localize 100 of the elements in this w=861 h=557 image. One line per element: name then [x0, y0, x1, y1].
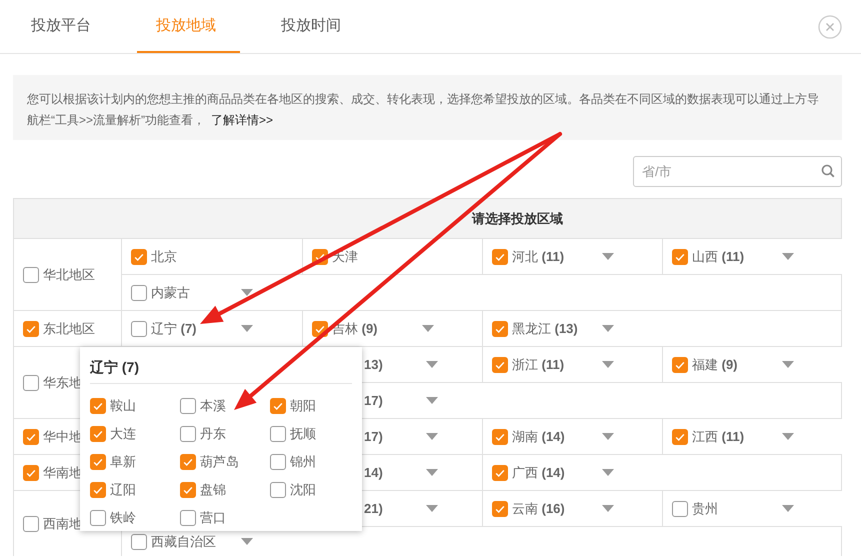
caret-icon[interactable]: [602, 325, 614, 332]
checkbox[interactable]: [131, 284, 147, 300]
checkmark-icon: [92, 428, 104, 440]
caret-icon[interactable]: [241, 289, 253, 296]
checkbox[interactable]: [180, 454, 196, 470]
caret-icon[interactable]: [426, 397, 438, 404]
province-label: 黑龙江 (13): [512, 320, 579, 338]
checkbox[interactable]: [90, 454, 106, 470]
city-label: 本溪: [200, 397, 226, 415]
checkbox[interactable]: [672, 248, 688, 264]
checkmark-icon: [182, 456, 194, 468]
city-label: 鞍山: [110, 397, 136, 415]
notice-text: 您可以根据该计划内的您想主推的商品品类在各地区的搜索、成交、转化表现，选择您希望投放的区域。各品类在不同区域的数据表现可以通过上方导航栏“工具>>流量解析”功能查看， 了解详情>>: [27, 91, 820, 129]
province-label: 湖南 (14): [512, 428, 566, 446]
checkbox[interactable]: [23, 464, 39, 480]
region-label: 东北地区: [43, 320, 95, 338]
popup-title: 辽宁 (7): [90, 347, 352, 384]
checkbox[interactable]: [270, 426, 286, 442]
learn-more-link[interactable]: 了解详情>>: [211, 113, 274, 127]
checkbox[interactable]: [23, 428, 39, 444]
city-label: 抚顺: [290, 425, 316, 443]
checkbox[interactable]: [672, 356, 688, 372]
checkbox[interactable]: [131, 320, 147, 336]
province-label: 广西 (14): [512, 464, 566, 482]
city-label: 营口: [200, 509, 226, 527]
province-label: 山西 (11): [692, 248, 746, 266]
caret-icon[interactable]: [241, 538, 253, 545]
province-label: 贵州: [692, 500, 719, 518]
province-label: 17): [364, 429, 384, 444]
checkbox[interactable]: [90, 398, 106, 414]
city-label: 盘锦: [200, 481, 226, 499]
province-label: 江西 (11): [692, 428, 746, 446]
search-icon[interactable]: [821, 164, 835, 178]
checkbox[interactable]: [180, 510, 196, 526]
province-label: 14): [364, 465, 384, 480]
checkbox[interactable]: [180, 426, 196, 442]
caret-icon[interactable]: [782, 361, 794, 368]
checkbox[interactable]: [672, 428, 688, 444]
checkbox[interactable]: [492, 320, 508, 336]
province-label: 浙江 (11): [512, 356, 566, 374]
checkbox[interactable]: [23, 516, 39, 532]
city-label: 阜新: [110, 453, 136, 471]
checkbox[interactable]: [90, 510, 106, 526]
province-label: 13): [364, 357, 384, 372]
province-label: 内蒙古: [151, 284, 191, 302]
checkbox[interactable]: [90, 482, 106, 498]
caret-icon[interactable]: [602, 361, 614, 368]
caret-icon[interactable]: [426, 469, 438, 476]
checkbox[interactable]: [672, 500, 688, 516]
checkbox[interactable]: [131, 534, 147, 550]
caret-icon[interactable]: [426, 505, 438, 512]
search-field[interactable]: 省/市: [633, 156, 842, 187]
checkbox[interactable]: [131, 248, 147, 264]
caret-icon[interactable]: [422, 325, 434, 332]
close-icon[interactable]: [818, 14, 842, 38]
city-label: 大连: [110, 425, 136, 443]
checkbox[interactable]: [270, 454, 286, 470]
checkbox[interactable]: [492, 428, 508, 444]
checkbox[interactable]: [492, 500, 508, 516]
caret-icon[interactable]: [782, 433, 794, 440]
caret-icon[interactable]: [426, 361, 438, 368]
checkbox[interactable]: [270, 482, 286, 498]
caret-icon[interactable]: [782, 253, 794, 260]
checkbox[interactable]: [492, 356, 508, 372]
checkbox[interactable]: [180, 482, 196, 498]
city-label: 葫芦岛: [200, 453, 239, 471]
table-header: 请选择投放区域: [14, 199, 841, 239]
checkbox[interactable]: [180, 398, 196, 414]
province-label: 北京: [151, 248, 178, 266]
province-label: 河北 (11): [512, 248, 566, 266]
tab[interactable]: 投放时间: [262, 0, 365, 53]
checkbox[interactable]: [23, 266, 39, 282]
caret-icon[interactable]: [426, 433, 438, 440]
checkbox[interactable]: [23, 320, 39, 336]
caret-icon[interactable]: [782, 505, 794, 512]
caret-icon[interactable]: [241, 325, 253, 332]
region-label: 华北地区: [43, 266, 95, 284]
checkbox[interactable]: [492, 464, 508, 480]
caret-icon[interactable]: [602, 505, 614, 512]
checkmark-icon: [182, 484, 194, 496]
caret-icon[interactable]: [602, 433, 614, 440]
checkmark-icon: [92, 456, 104, 468]
checkbox[interactable]: [270, 398, 286, 414]
checkbox[interactable]: [23, 374, 39, 390]
checkbox[interactable]: [492, 248, 508, 264]
province-label: 西藏自治区: [151, 532, 217, 550]
city-label: 锦州: [290, 453, 316, 471]
checkmark-icon: [92, 484, 104, 496]
city-label: 沈阳: [290, 481, 316, 499]
checkmark-icon: [272, 400, 284, 412]
province-label: 21): [364, 501, 384, 516]
checkmark-icon: [92, 400, 104, 412]
tab[interactable]: 投放平台: [12, 0, 115, 53]
checkbox[interactable]: [90, 426, 106, 442]
province-label: 云南 (16): [512, 500, 566, 518]
caret-icon[interactable]: [602, 469, 614, 476]
city-label: 丹东: [200, 425, 226, 443]
city-label: 朝阳: [290, 397, 316, 415]
caret-icon[interactable]: [602, 253, 614, 260]
province-label: 福建 (9): [692, 356, 739, 374]
